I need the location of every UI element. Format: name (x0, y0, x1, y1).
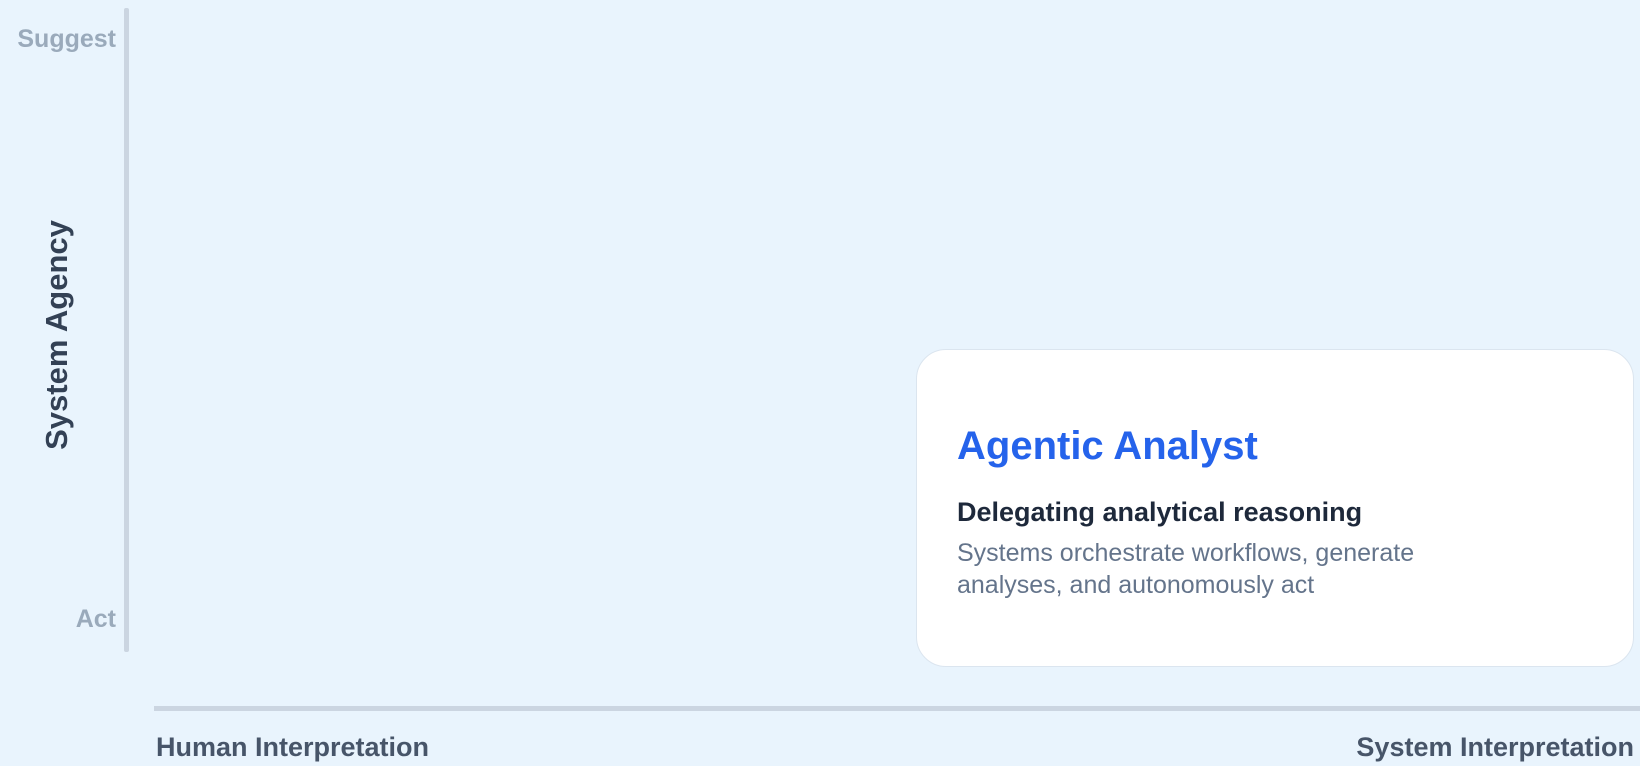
card-description: Systems orchestrate workflows, generate … (957, 539, 1415, 599)
x-axis-line (154, 706, 1640, 711)
card-subtitle: Delegating analytical reasoning (957, 497, 1363, 527)
y-axis-line (124, 8, 129, 652)
x-axis-left-label: Human Interpretation (156, 732, 430, 762)
x-axis-right-label: System Interpretation (1356, 732, 1634, 762)
agentic-analyst-card: Agentic Analyst Delegating analytical re… (916, 349, 1634, 667)
y-axis-top-label: Suggest (17, 25, 116, 53)
y-axis-title: System Agency (39, 220, 74, 450)
y-axis-bottom-label: Act (75, 605, 116, 633)
card-title: Agentic Analyst (957, 424, 1258, 468)
